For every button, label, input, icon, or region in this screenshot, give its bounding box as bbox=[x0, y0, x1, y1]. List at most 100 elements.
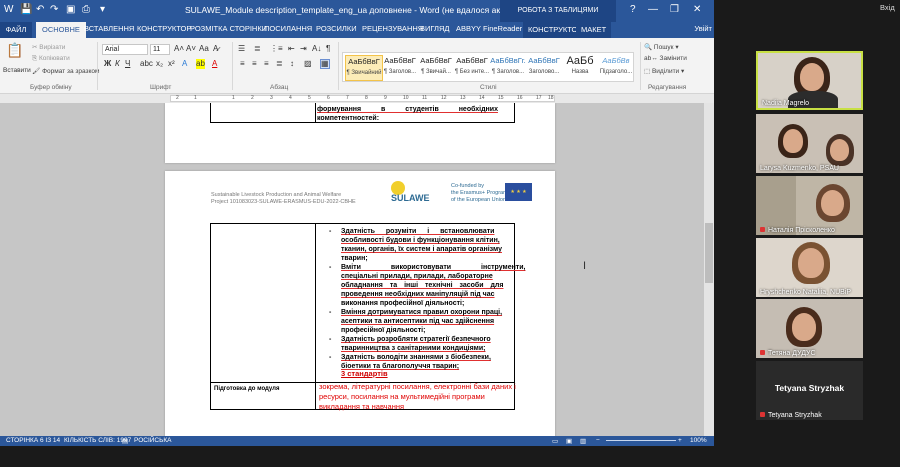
find-button[interactable]: 🔍 Пошук ▾ bbox=[644, 43, 679, 51]
select-button[interactable]: ⬚ Виділити ▾ bbox=[644, 67, 684, 75]
justify-icon[interactable]: ≣ bbox=[276, 59, 283, 69]
numbering-icon[interactable]: ≣ bbox=[254, 44, 261, 54]
ruler-tick: 7 bbox=[346, 95, 349, 101]
borders-icon[interactable]: ▦ bbox=[320, 59, 330, 69]
help-icon[interactable]: ? bbox=[630, 4, 636, 15]
underline-button[interactable]: Ч bbox=[125, 59, 130, 69]
tab-page-layout[interactable]: РОЗМІТКА СТОРІНКИ bbox=[190, 24, 267, 33]
style-normal-2[interactable]: АаБбВвГ ¶ Звичай... bbox=[417, 55, 455, 81]
font-color-icon[interactable]: A bbox=[212, 59, 217, 69]
sign-in-link[interactable]: Увійт bbox=[694, 24, 712, 33]
font-name-combo[interactable]: Arial bbox=[102, 44, 148, 55]
print-icon[interactable]: ⎙ bbox=[82, 4, 90, 15]
multilevel-list-icon[interactable]: ⋮≡ bbox=[270, 44, 283, 54]
tab-references[interactable]: ПОСИЛАННЯ bbox=[264, 24, 312, 33]
cut-button[interactable]: ✂ Вирізати bbox=[32, 43, 65, 51]
tab-review[interactable]: РЕЦЕНЗУВАННЯ bbox=[362, 24, 423, 33]
style-normal[interactable]: АаБбВвГ ¶ Звичайний bbox=[345, 55, 383, 81]
align-left-icon[interactable]: ≡ bbox=[240, 59, 245, 69]
word-app-icon: W bbox=[4, 4, 14, 15]
participant-tile[interactable]: Nadiia Magrelo bbox=[756, 51, 863, 110]
tab-abbyy[interactable]: ABBYY FineReader 12 bbox=[456, 24, 533, 33]
highlight-icon[interactable]: ab bbox=[196, 59, 205, 69]
tab-view[interactable]: ВИГЛЯД bbox=[420, 24, 449, 33]
open-icon[interactable]: ▣ bbox=[66, 4, 75, 15]
line-spacing-icon[interactable]: ↕ bbox=[290, 59, 294, 69]
shrink-font-icon[interactable]: A˅ bbox=[186, 44, 196, 54]
document-page[interactable]: формування в студентів необхідних компет… bbox=[165, 103, 555, 163]
style-heading-2[interactable]: АаБбВвГг. ¶ Заголов... bbox=[489, 55, 527, 81]
subscript-icon[interactable]: x₂ bbox=[156, 59, 163, 69]
decrease-indent-icon[interactable]: ⇤ bbox=[288, 44, 295, 54]
align-center-icon[interactable]: ≡ bbox=[252, 59, 257, 69]
page-count[interactable]: СТОРІНКА 6 ІЗ 14 bbox=[6, 437, 60, 444]
text-effects-icon[interactable]: A bbox=[182, 59, 187, 69]
format-painter-button[interactable]: 🖌 Формат за зразком bbox=[32, 67, 99, 75]
paste-button[interactable]: Вставити bbox=[3, 67, 31, 74]
redo-icon[interactable]: ↷ bbox=[50, 4, 58, 15]
table-cell-label[interactable] bbox=[210, 223, 316, 383]
ruler-tick: 2 bbox=[251, 95, 254, 101]
style-no-spacing[interactable]: АаБбВвГ ¶ Без инте... bbox=[453, 55, 491, 81]
grow-font-icon[interactable]: A˄ bbox=[174, 44, 184, 54]
bullet-text: Здатність володіти знаннями з біобезпеки… bbox=[341, 354, 491, 361]
participant-tile[interactable]: Тетяна ДУДУС bbox=[756, 299, 863, 358]
zoom-level[interactable]: 100% bbox=[690, 437, 707, 444]
document-area[interactable]: формування в студентів необхідних компет… bbox=[0, 103, 714, 436]
bullet-text: виконання професійної діяльності; bbox=[341, 300, 465, 307]
tab-table-layout[interactable]: МАКЕТ bbox=[576, 22, 612, 38]
font-size-combo[interactable]: 11 bbox=[150, 44, 170, 55]
style-subtitle[interactable]: АаБбВв Підзаголо... bbox=[597, 55, 635, 81]
shading-icon[interactable]: ▨ bbox=[304, 59, 312, 69]
language-icon[interactable]: ▤ bbox=[122, 437, 128, 445]
participant-tile[interactable]: Hryshchenko Nataliia, NUBiP bbox=[756, 238, 863, 297]
participant-tile[interactable]: Наталія Прісколенко bbox=[756, 176, 863, 235]
close-icon[interactable]: ✕ bbox=[693, 4, 701, 15]
participant-tile[interactable]: Larysa Kuzmenko, PSAU bbox=[756, 114, 863, 173]
customize-qa-icon[interactable]: ▾ bbox=[100, 4, 105, 15]
tab-mailings[interactable]: РОЗСИЛКИ bbox=[316, 24, 357, 33]
save-icon[interactable]: 💾 bbox=[20, 4, 32, 15]
italic-button[interactable]: К bbox=[115, 59, 120, 69]
undo-icon[interactable]: ↶ bbox=[36, 4, 44, 15]
replace-button[interactable]: ab↔ Замінити bbox=[644, 55, 687, 62]
style-heading-3[interactable]: АаБбВвГ Заголово... bbox=[525, 55, 563, 81]
web-layout-icon[interactable]: ▥ bbox=[580, 437, 586, 445]
vertical-scrollbar[interactable] bbox=[704, 103, 714, 436]
superscript-icon[interactable]: x² bbox=[168, 59, 175, 69]
document-page[interactable]: Sustainable Livestock Production and Ani… bbox=[165, 171, 555, 436]
language-status[interactable]: РОСІЙСЬКА bbox=[134, 437, 172, 444]
screen: W 💾 ↶ ↷ ▣ ⎙ ▾ SULAWE_Module description_… bbox=[0, 0, 900, 467]
table-cell[interactable] bbox=[210, 103, 316, 123]
style-heading-1[interactable]: АаБбВвГ ¶ Заголов... bbox=[381, 55, 419, 81]
bullets-icon[interactable]: ☰ bbox=[238, 44, 245, 54]
copy-button[interactable]: ⎘ Копіювати bbox=[32, 55, 70, 63]
tab-design[interactable]: КОНСТРУКТОР bbox=[137, 24, 191, 33]
scrollbar-thumb[interactable] bbox=[705, 223, 713, 283]
align-right-icon[interactable]: ≡ bbox=[264, 59, 269, 69]
sort-icon[interactable]: A↓ bbox=[312, 44, 321, 54]
paste-icon[interactable]: 📋 bbox=[6, 42, 23, 59]
style-title[interactable]: АаБб Назва bbox=[561, 55, 599, 81]
tab-home[interactable]: ОСНОВНЕ bbox=[36, 22, 86, 38]
tab-insert[interactable]: ВСТАВЛЕННЯ bbox=[84, 24, 134, 33]
participant-tile[interactable]: Tetyana Stryzhak Tetyana Stryzhak bbox=[756, 361, 863, 420]
exit-label[interactable]: Вхід bbox=[880, 3, 895, 12]
print-layout-icon[interactable]: ▣ bbox=[566, 437, 572, 445]
zoom-in-icon[interactable]: + bbox=[678, 437, 682, 444]
read-mode-icon[interactable]: ▭ bbox=[552, 437, 558, 445]
strikethrough-icon[interactable]: abc bbox=[140, 59, 153, 69]
bullet-text: тканин, органів, їх систем і апаратів ор… bbox=[341, 246, 502, 253]
ruler-tick: 10 bbox=[403, 95, 409, 101]
tab-file[interactable]: ФАЙЛ bbox=[0, 22, 32, 38]
bold-button[interactable]: Ж bbox=[104, 59, 111, 69]
clear-format-icon[interactable]: A̷ bbox=[213, 44, 218, 54]
restore-icon[interactable]: ❐ bbox=[670, 4, 679, 15]
change-case-icon[interactable]: Aa bbox=[199, 44, 209, 54]
increase-indent-icon[interactable]: ⇥ bbox=[300, 44, 307, 54]
horizontal-ruler[interactable]: 2 1 1 2 3 4 5 6 7 8 9 10 11 12 13 14 15 … bbox=[0, 94, 714, 103]
minimize-icon[interactable]: — bbox=[648, 4, 658, 15]
zoom-slider[interactable] bbox=[606, 440, 676, 441]
show-marks-icon[interactable]: ¶ bbox=[326, 44, 330, 54]
zoom-out-icon[interactable]: − bbox=[596, 437, 600, 444]
